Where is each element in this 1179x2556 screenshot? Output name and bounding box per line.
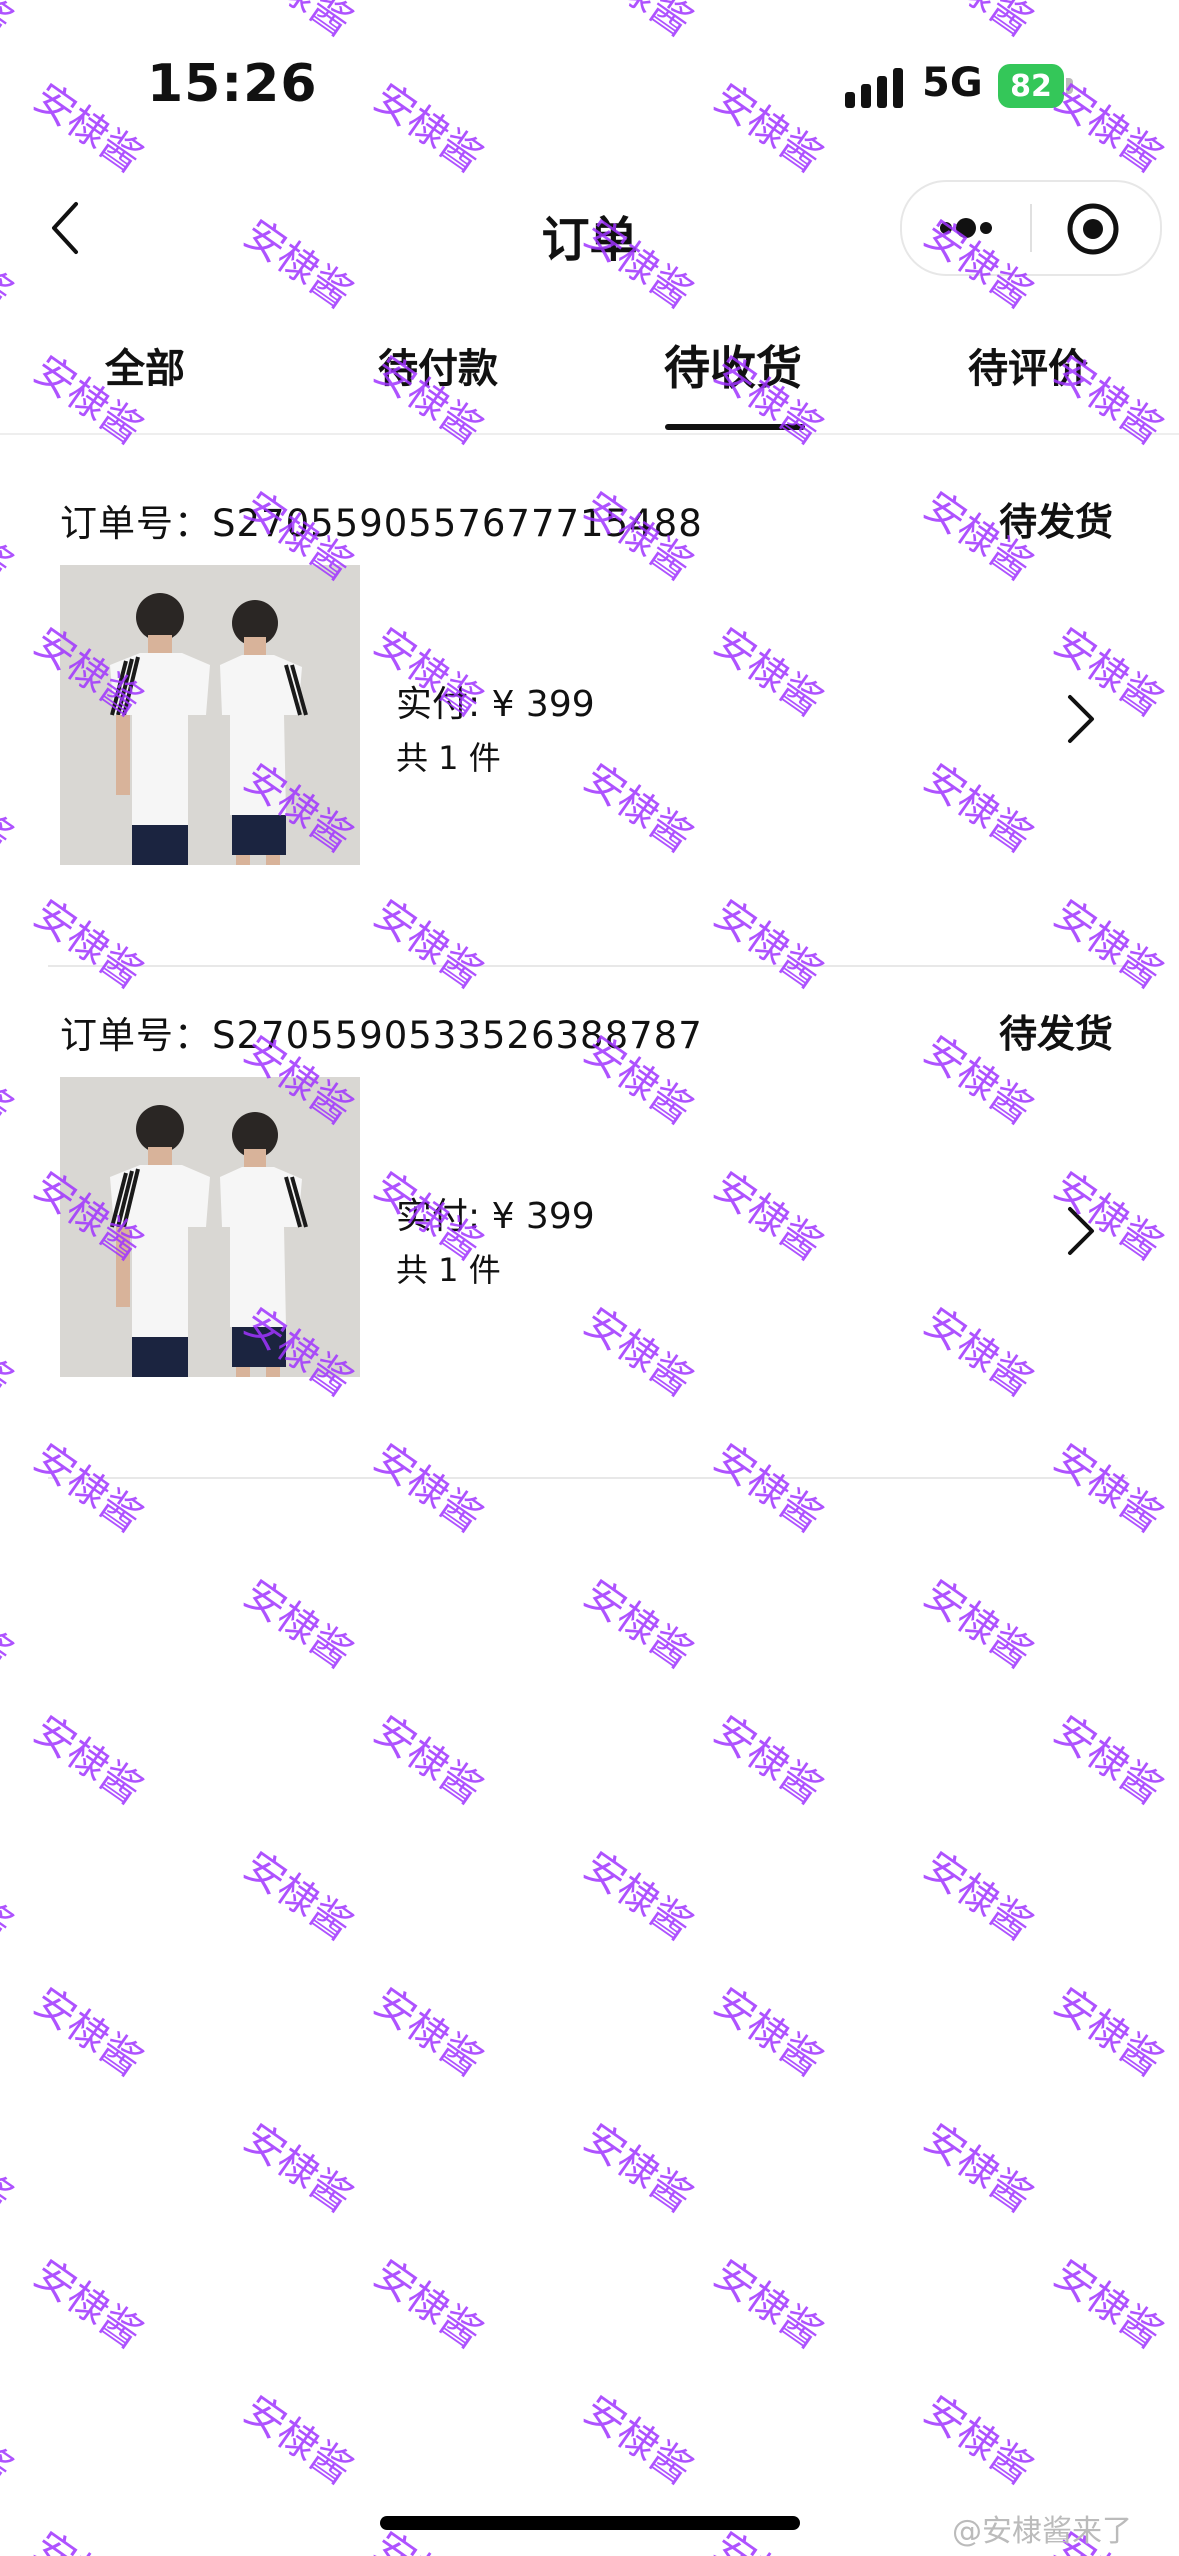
order-number: 订单号：S270559053352638878​7 [60, 1014, 703, 1057]
watermark-text: 安棣酱 [915, 2115, 1041, 2222]
watermark-text: 安棣酱 [575, 1571, 701, 1678]
weibo-credit: @安棣酱来了 [952, 2514, 1132, 2549]
watermark-text: 安棣酱 [365, 1979, 491, 2086]
mini-program-capsule [900, 180, 1162, 276]
paid-amount: 实付: ¥ 399 [396, 1196, 595, 1237]
watermark-text: 安棣酱 [234, 0, 366, 47]
battery-level: 82 [998, 64, 1064, 108]
watermark-text: 安棣酱 [235, 1843, 361, 1950]
tab-pending-payment[interactable]: 待付款 [378, 336, 498, 394]
watermark-text: 安棣酱 [1045, 2251, 1171, 2358]
more-dots-icon[interactable] [936, 210, 996, 246]
watermark-text: 安棣酱 [705, 2251, 831, 2358]
watermark-text: 安棣酱 [25, 1707, 151, 1814]
watermark-text: 安棣酱 [24, 2515, 156, 2556]
product-image[interactable] [60, 1077, 360, 1377]
watermark-text: 安棣酱 [0, 2115, 21, 2222]
status-time: 15:26 [147, 54, 318, 114]
watermark-text: 安棣酱 [25, 2251, 151, 2358]
battery-icon: 82 [998, 64, 1074, 108]
watermark-text: 安棣酱 [235, 2115, 361, 2222]
order-card[interactable]: 订单号：S270559055767771548​8 待发货 实付: ¥ 399 … [0, 455, 1179, 967]
active-tab-indicator [665, 424, 805, 430]
product-image[interactable] [60, 565, 360, 865]
watermark-text: 安棣酱 [575, 1843, 701, 1950]
item-count: 共 1 件 [396, 739, 501, 777]
watermark-text: 安棣酱 [235, 2387, 361, 2494]
tab-pending-receipt[interactable]: 待收货 [664, 332, 802, 398]
watermark-text: 安棣酱 [705, 1979, 831, 2086]
watermark-text: 安棣酱 [0, 2387, 21, 2494]
order-card[interactable]: 订单号：S270559053352638878​7 待发货 实付: ¥ 399 … [0, 967, 1179, 1479]
network-type: 5G [922, 60, 983, 106]
watermark-text: 安棣酱 [365, 1707, 491, 1814]
signal-icon [845, 68, 903, 108]
watermark-text: 安棣酱 [365, 75, 491, 182]
watermark-text: 安棣酱 [235, 1571, 361, 1678]
home-indicator[interactable] [380, 2516, 800, 2530]
paid-amount: 实付: ¥ 399 [396, 684, 595, 725]
watermark-text: 安棣酱 [1045, 1707, 1171, 1814]
chevron-right-icon[interactable] [1066, 693, 1096, 745]
order-number: 订单号：S270559055767771548​8 [60, 502, 703, 545]
order-status: 待发货 [998, 1012, 1113, 1056]
watermark-text: 安棣酱 [914, 0, 1046, 47]
order-divider [48, 1477, 1128, 1479]
watermark-text: 安棣酱 [705, 75, 831, 182]
watermark-text: 安棣酱 [365, 2251, 491, 2358]
watermark-text: 安棣酱 [0, 1843, 21, 1950]
watermark-text: 安棣酱 [0, 0, 26, 47]
tabs-divider [0, 433, 1179, 435]
target-icon[interactable] [1066, 202, 1120, 256]
watermark-text: 安棣酱 [915, 2387, 1041, 2494]
watermark-text: 安棣酱 [574, 0, 706, 47]
watermark-text: 安棣酱 [915, 1571, 1041, 1678]
watermark-text: 安棣酱 [25, 1979, 151, 2086]
item-count: 共 1 件 [396, 1251, 501, 1289]
watermark-text: 安棣酱 [575, 2115, 701, 2222]
order-status: 待发货 [998, 500, 1113, 544]
watermark-text: 安棣酱 [915, 1843, 1041, 1950]
watermark-text: 安棣酱 [575, 2387, 701, 2494]
watermark-text: 安棣酱 [25, 75, 151, 182]
watermark-text: 安棣酱 [0, 1571, 21, 1678]
chevron-right-icon[interactable] [1066, 1205, 1096, 1257]
order-tabs: 全部 待付款 待收货 待评价 [0, 336, 1179, 432]
watermark-text: 安棣酱 [1045, 1979, 1171, 2086]
tab-pending-review[interactable]: 待评价 [968, 336, 1088, 394]
watermark-text: 安棣酱 [705, 1707, 831, 1814]
tab-all[interactable]: 全部 [105, 336, 185, 394]
